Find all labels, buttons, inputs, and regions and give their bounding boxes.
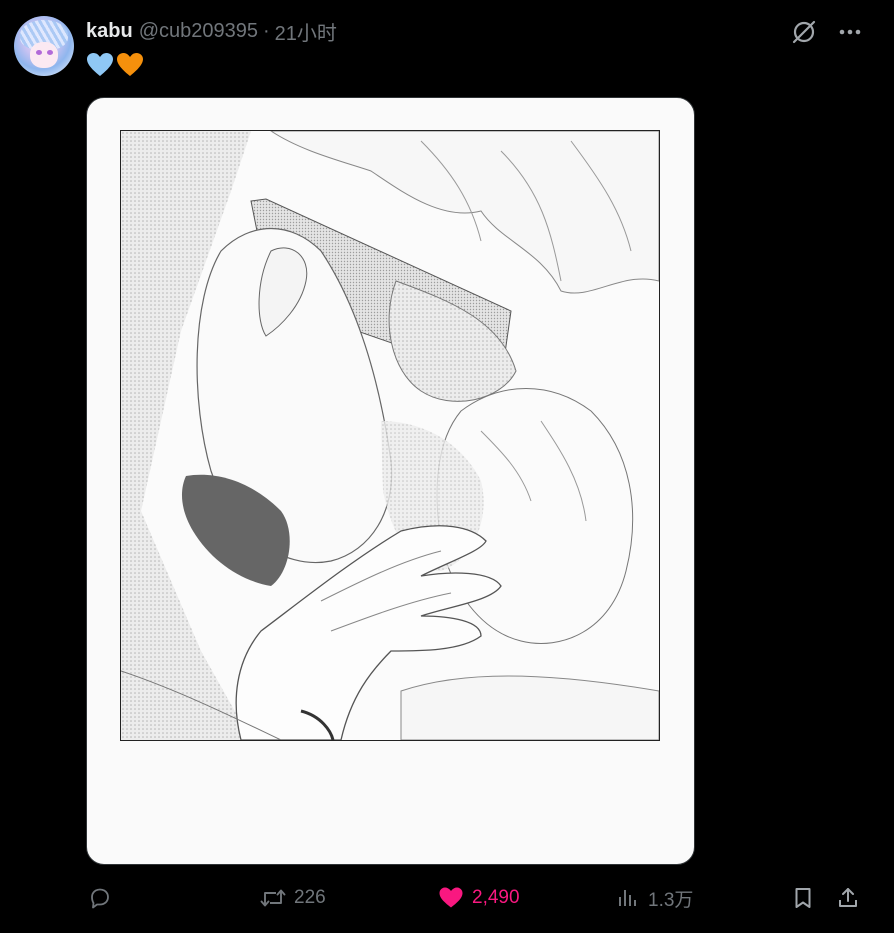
views-icon xyxy=(619,890,636,906)
tweet-top-actions xyxy=(790,18,864,46)
user-handle[interactable]: @cub209395 xyxy=(139,20,258,43)
view-count: 1.3万 xyxy=(648,889,694,911)
repost-icon xyxy=(260,889,286,907)
avatar-eye-left xyxy=(36,50,42,55)
timestamp[interactable]: 21小时 xyxy=(275,17,337,46)
bookmark-button[interactable] xyxy=(791,878,815,918)
illustration-art xyxy=(121,131,659,740)
avatar[interactable] xyxy=(14,16,74,76)
share-icon xyxy=(839,888,857,907)
tweet-action-bar: 226 2,490 1.3万 xyxy=(86,878,876,918)
tweet[interactable]: kabu @cub209395 · 21小时 226 2,490 1.3万 xyxy=(0,0,894,933)
blue-heart-emoji xyxy=(87,53,113,76)
avatar-face xyxy=(30,42,58,68)
grok-icon xyxy=(792,20,816,44)
like-icon xyxy=(439,887,463,908)
display-name[interactable]: kabu xyxy=(86,20,133,43)
repost-count: 226 xyxy=(294,887,326,908)
repost-button[interactable]: 226 xyxy=(260,878,326,918)
share-button[interactable] xyxy=(836,878,860,918)
bookmark-icon xyxy=(795,888,811,908)
separator-dot: · xyxy=(262,19,270,42)
more-icon xyxy=(839,29,861,35)
reply-icon xyxy=(91,888,109,909)
grok-button[interactable] xyxy=(790,18,818,46)
reply-button[interactable] xyxy=(88,878,120,918)
tweet-header: kabu @cub209395 · 21小时 xyxy=(86,17,337,46)
orange-heart-emoji xyxy=(117,53,143,76)
avatar-eye-right xyxy=(47,50,53,55)
more-button[interactable] xyxy=(836,18,864,46)
like-button[interactable]: 2,490 xyxy=(438,878,520,918)
media-image[interactable] xyxy=(86,97,695,865)
like-count: 2,490 xyxy=(472,887,520,908)
views-button[interactable]: 1.3万 xyxy=(616,878,693,918)
tweet-text xyxy=(86,52,144,78)
manga-illustration xyxy=(120,130,660,741)
